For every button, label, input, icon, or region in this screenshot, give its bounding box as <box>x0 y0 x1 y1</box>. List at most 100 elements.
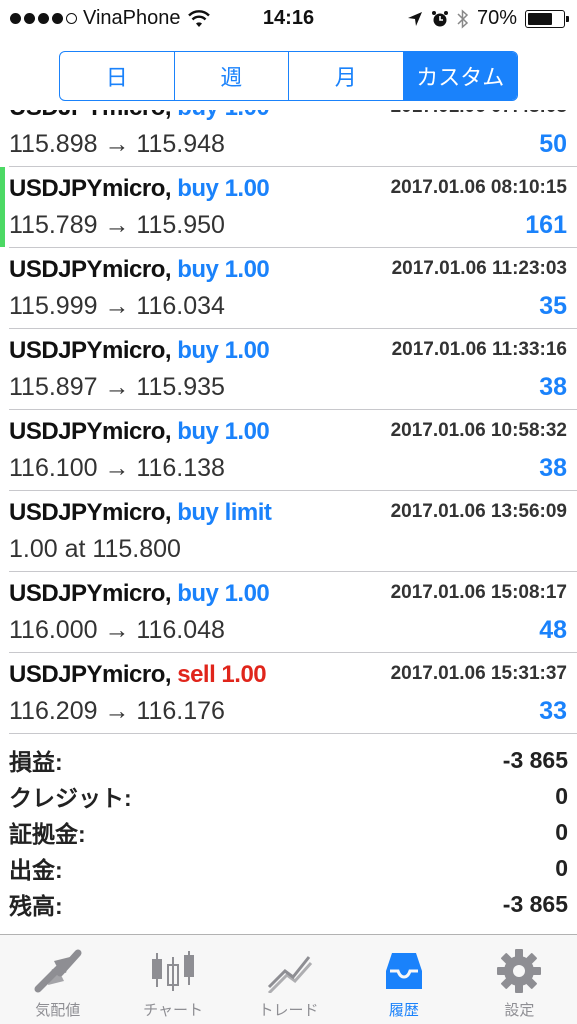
trade-datetime: 2017.01.06 07:48:08 <box>391 110 567 118</box>
tab-label: 気配値 <box>35 1002 81 1019</box>
trade-symbol: USDJPYmicro, <box>9 661 172 688</box>
trade-chart-icon <box>267 956 312 993</box>
trade-prices: 115.897 → 115.935 <box>9 373 225 401</box>
trade-side: buy 1.00 <box>177 256 270 283</box>
status-bar: VinaPhone 14:16 70% <box>0 0 577 38</box>
trade-datetime: 2017.01.06 15:31:37 <box>390 663 567 684</box>
trade-prices: 116.000 → 116.048 <box>9 616 225 644</box>
trade-symbol: USDJPYmicro, <box>9 499 172 526</box>
list-item[interactable]: USDJPYmicro, buy 1.00 2017.01.06 11:33:1… <box>9 329 577 410</box>
settings-gear-icon <box>497 949 542 993</box>
trade-side: buy limit <box>177 499 272 526</box>
quotes-arrows-icon <box>34 949 82 993</box>
trade-symbol: USDJPYmicro, <box>9 337 172 364</box>
selected-indicator <box>0 167 5 247</box>
bluetooth-icon <box>457 8 469 29</box>
summary-value: -3 865 <box>502 746 568 773</box>
tab-quotes[interactable]: 気配値 <box>0 935 115 1024</box>
summary-value: 0 <box>555 782 568 809</box>
trade-title: USDJPYmicro, buy 1.00 <box>9 175 270 203</box>
battery-percent: 70% <box>476 7 517 29</box>
trade-side: buy 1.00 <box>177 110 270 121</box>
summary-label: クレジット: <box>9 785 132 811</box>
trade-symbol: USDJPYmicro, <box>9 175 172 202</box>
tab-chart[interactable]: チャート <box>115 935 230 1024</box>
trade-title: USDJPYmicro, buy limit <box>9 499 272 527</box>
summary-label: 証拠金: <box>9 821 86 847</box>
trade-datetime: 2017.01.06 08:10:15 <box>390 177 567 198</box>
trade-profit: 48 <box>539 616 567 644</box>
trade-datetime: 2017.01.06 11:23:03 <box>391 258 567 279</box>
trade-side: buy 1.00 <box>177 337 270 364</box>
history-inbox-icon <box>385 953 422 989</box>
trade-prices: 116.209 → 116.176 <box>9 697 225 725</box>
trade-symbol: USDJPYmicro, <box>9 418 172 445</box>
summary-balance-row: 残高: -3 865 <box>9 886 568 922</box>
trade-title: USDJPYmicro, buy 1.00 <box>9 256 270 284</box>
tab-label: 設定 <box>504 1002 535 1019</box>
summary-profit-row: 損益: -3 865 <box>9 742 568 778</box>
summary-value: 0 <box>555 818 568 845</box>
trade-prices: 116.100 → 116.138 <box>9 454 225 482</box>
trade-datetime: 2017.01.06 15:08:17 <box>390 582 567 603</box>
trade-profit: 38 <box>539 454 567 482</box>
summary-deposit-row: 証拠金: 0 <box>9 814 568 850</box>
trade-profit: 38 <box>539 373 567 401</box>
trade-prices: 115.789 → 115.950 <box>9 211 225 239</box>
tab-label: トレード <box>258 1002 319 1019</box>
status-right: 70% <box>407 7 569 30</box>
candlestick-chart-icon <box>152 951 195 991</box>
segment-day[interactable]: 日 <box>60 52 175 100</box>
segment-week[interactable]: 週 <box>175 52 289 100</box>
tab-settings[interactable]: 設定 <box>462 935 577 1024</box>
tab-label: 履歴 <box>388 1002 419 1019</box>
list-item[interactable]: USDJPYmicro, sell 1.00 2017.01.06 15:31:… <box>9 653 577 734</box>
trade-prices: 1.00 at 115.800 <box>9 535 181 563</box>
tab-bar: 気配値 チャート トレード 履歴 設定 <box>0 934 577 1024</box>
trade-symbol: USDJPYmicro, <box>9 580 172 607</box>
tab-label: チャート <box>143 1002 204 1019</box>
trade-title: USDJPYmicro, sell 1.00 <box>9 661 267 689</box>
segment-month[interactable]: 月 <box>289 52 404 100</box>
list-item[interactable]: USDJPYmicro, buy 1.00 2017.01.06 07:48:0… <box>9 110 577 167</box>
summary-value: 0 <box>555 854 568 881</box>
trade-profit: 33 <box>539 697 567 725</box>
trade-prices: 115.999 → 116.034 <box>9 292 225 320</box>
history-list[interactable]: USDJPYmicro, buy 1.00 2017.01.06 07:48:0… <box>0 110 577 737</box>
battery-fill <box>528 12 552 25</box>
trade-datetime: 2017.01.06 10:58:32 <box>390 420 567 441</box>
trade-symbol: USDJPYmicro, <box>9 110 172 121</box>
summary-label: 残高: <box>9 893 63 919</box>
list-item[interactable]: USDJPYmicro, buy limit 2017.01.06 13:56:… <box>9 491 577 572</box>
list-item[interactable]: USDJPYmicro, buy 1.00 2017.01.06 11:23:0… <box>9 248 577 329</box>
alarm-clock-icon <box>431 10 448 26</box>
trade-title: USDJPYmicro, buy 1.00 <box>9 337 270 365</box>
period-segmented-control: 日 週 月 カスタム <box>59 51 518 101</box>
tab-trade[interactable]: トレード <box>231 935 346 1024</box>
history-summary: 損益: -3 865 クレジット: 0 証拠金: 0 出金: 0 残高: -3 … <box>9 742 568 922</box>
battery-icon <box>525 9 569 28</box>
trade-side: buy 1.00 <box>177 175 270 202</box>
trade-side: sell 1.00 <box>177 661 267 688</box>
trade-profit: 50 <box>539 130 567 158</box>
trade-title: USDJPYmicro, buy 1.00 <box>9 580 270 608</box>
list-item[interactable]: USDJPYmicro, buy 1.00 2017.01.06 15:08:1… <box>9 572 577 653</box>
list-item[interactable]: USDJPYmicro, buy 1.00 2017.01.06 10:58:3… <box>9 410 577 491</box>
tab-history[interactable]: 履歴 <box>346 935 461 1024</box>
trade-prices: 115.898 → 115.948 <box>9 130 225 158</box>
list-item[interactable]: USDJPYmicro, buy 1.00 2017.01.06 08:10:1… <box>0 167 577 248</box>
trade-symbol: USDJPYmicro, <box>9 256 172 283</box>
summary-credit-row: クレジット: 0 <box>9 778 568 814</box>
trade-profit: 35 <box>539 292 567 320</box>
trade-profit: 161 <box>525 211 567 239</box>
trade-title: USDJPYmicro, buy 1.00 <box>9 110 270 122</box>
summary-withdrawal-row: 出金: 0 <box>9 850 568 886</box>
summary-label: 損益: <box>9 749 63 775</box>
segment-custom[interactable]: カスタム <box>403 52 517 100</box>
location-arrow-icon <box>407 11 422 26</box>
trade-side: buy 1.00 <box>177 418 270 445</box>
summary-label: 出金: <box>9 857 63 883</box>
trade-title: USDJPYmicro, buy 1.00 <box>9 418 270 446</box>
trade-datetime: 2017.01.06 11:33:16 <box>391 339 567 360</box>
trade-datetime: 2017.01.06 13:56:09 <box>390 501 567 522</box>
